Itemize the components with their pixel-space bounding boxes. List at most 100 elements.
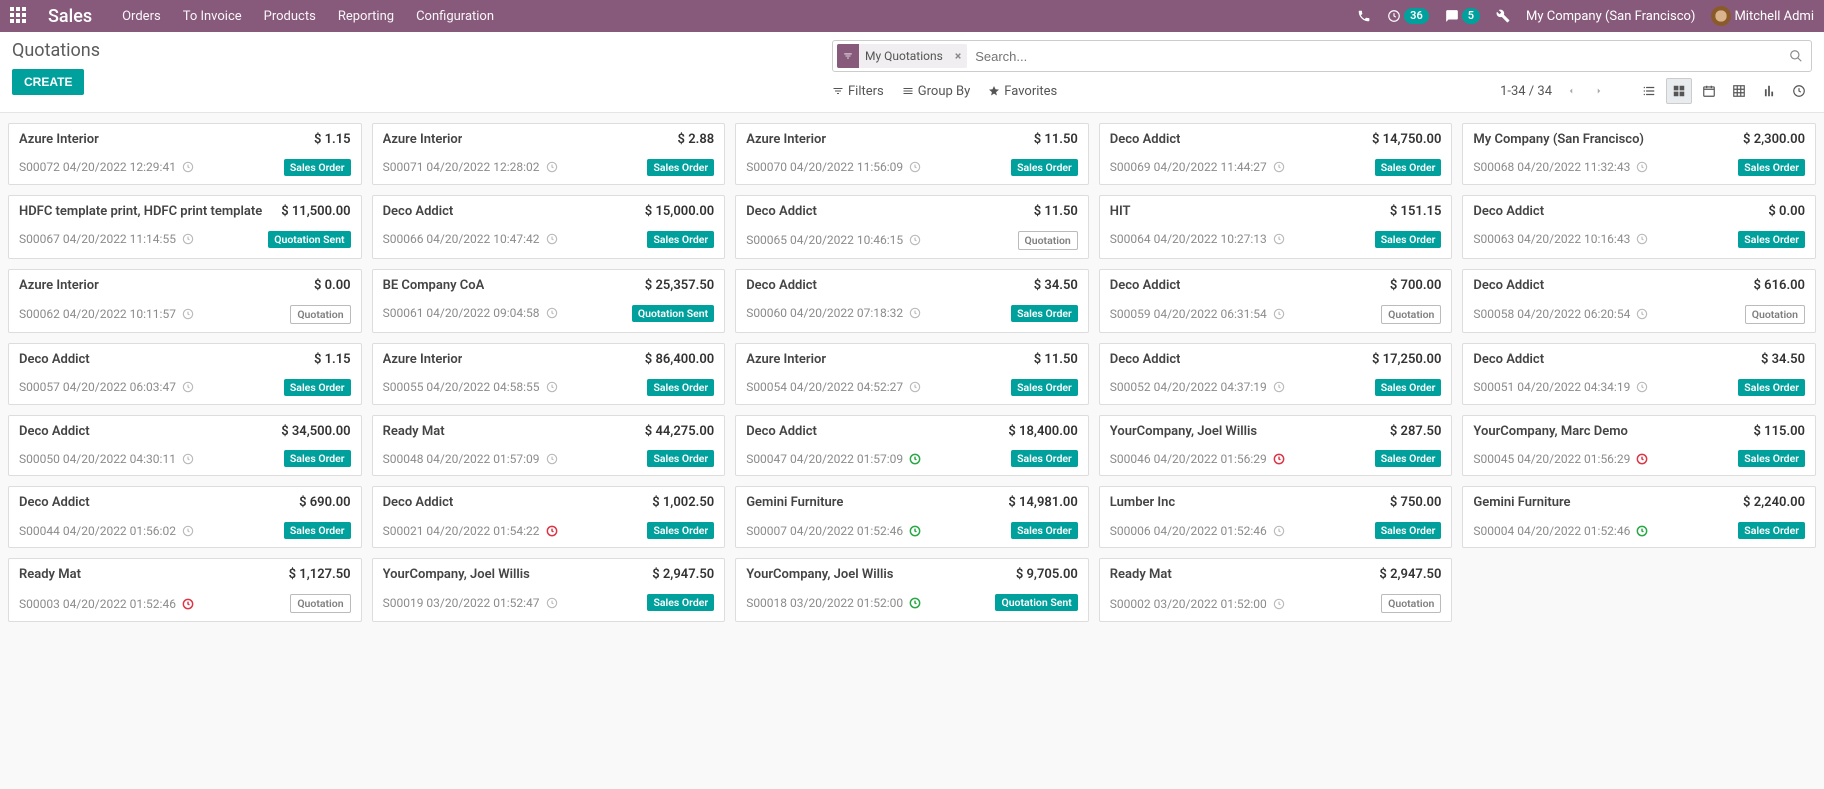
activity-clock-icon[interactable] — [1635, 524, 1649, 538]
kanban-card[interactable]: Deco Addict$ 1.15S00057 04/20/2022 06:03… — [8, 343, 362, 405]
activity-clock-icon[interactable] — [545, 306, 559, 320]
view-activity-icon[interactable] — [1786, 78, 1812, 104]
groupby-button[interactable]: Group By — [902, 84, 971, 99]
kanban-card[interactable]: YourCompany, Joel Willis$ 9,705.00S00018… — [735, 558, 1089, 622]
pager-next[interactable] — [1590, 82, 1608, 100]
kanban-card[interactable]: Ready Mat$ 44,275.00S00048 04/20/2022 01… — [372, 415, 726, 477]
pager-prev[interactable] — [1562, 82, 1580, 100]
kanban-card[interactable]: Deco Addict$ 690.00S00044 04/20/2022 01:… — [8, 486, 362, 548]
kanban-card[interactable]: Deco Addict$ 11.50S00065 04/20/2022 10:4… — [735, 195, 1089, 259]
activity-clock-icon[interactable] — [181, 160, 195, 174]
activity-clock-icon[interactable] — [181, 597, 195, 611]
kanban-card[interactable]: HIT$ 151.15S00064 04/20/2022 10:27:13Sal… — [1099, 195, 1453, 259]
activity-clock-icon[interactable] — [1272, 380, 1286, 394]
view-list-icon[interactable] — [1636, 78, 1662, 104]
activity-clock-icon[interactable] — [1635, 380, 1649, 394]
kanban-card[interactable]: Deco Addict$ 1,002.50S00021 04/20/2022 0… — [372, 486, 726, 548]
activity-clock-icon[interactable] — [545, 452, 559, 466]
status-badge: Quotation — [1381, 305, 1441, 324]
kanban-card[interactable]: Azure Interior$ 1.15S00072 04/20/2022 12… — [8, 123, 362, 185]
kanban-card[interactable]: Deco Addict$ 34,500.00S00050 04/20/2022 … — [8, 415, 362, 477]
activity-clock-icon[interactable] — [908, 524, 922, 538]
kanban-card[interactable]: Deco Addict$ 700.00S00059 04/20/2022 06:… — [1099, 269, 1453, 333]
search-input[interactable] — [971, 45, 1781, 68]
kanban-card[interactable]: Deco Addict$ 34.50S00060 04/20/2022 07:1… — [735, 269, 1089, 333]
kanban-card[interactable]: Gemini Furniture$ 2,240.00S00004 04/20/2… — [1462, 486, 1816, 548]
kanban-card[interactable]: My Company (San Francisco)$ 2,300.00S000… — [1462, 123, 1816, 185]
debug-icon[interactable] — [1496, 9, 1510, 23]
kanban-card[interactable]: Deco Addict$ 18,400.00S00047 04/20/2022 … — [735, 415, 1089, 477]
activity-clock-icon[interactable] — [181, 524, 195, 538]
search-bar[interactable]: My Quotations × — [832, 40, 1812, 72]
activity-clock-icon[interactable] — [908, 380, 922, 394]
kanban-card[interactable]: Deco Addict$ 17,250.00S00052 04/20/2022 … — [1099, 343, 1453, 405]
kanban-card[interactable]: Azure Interior$ 11.50S00070 04/20/2022 1… — [735, 123, 1089, 185]
activity-clock-icon[interactable] — [1635, 160, 1649, 174]
kanban-card[interactable]: Lumber Inc$ 750.00S00006 04/20/2022 01:5… — [1099, 486, 1453, 548]
activity-clock-icon[interactable] — [1272, 524, 1286, 538]
activity-indicator[interactable]: 36 — [1387, 8, 1429, 24]
activity-clock-icon[interactable] — [1272, 232, 1286, 246]
kanban-card[interactable]: Ready Mat$ 1,127.50S00003 04/20/2022 01:… — [8, 558, 362, 622]
activity-clock-icon[interactable] — [181, 307, 195, 321]
kanban-card[interactable]: YourCompany, Joel Willis$ 2,947.50S00019… — [372, 558, 726, 622]
kanban-card[interactable]: HDFC template print, HDFC print template… — [8, 195, 362, 259]
messages-indicator[interactable]: 5 — [1445, 8, 1480, 24]
activity-clock-icon[interactable] — [545, 596, 559, 610]
menu-configuration[interactable]: Configuration — [416, 9, 494, 24]
activity-clock-icon[interactable] — [1272, 160, 1286, 174]
company-switcher[interactable]: My Company (San Francisco) — [1526, 9, 1695, 24]
activity-clock-icon[interactable] — [908, 160, 922, 174]
view-graph-icon[interactable] — [1756, 78, 1782, 104]
favorites-button[interactable]: Favorites — [988, 84, 1057, 99]
kanban-card[interactable]: Deco Addict$ 0.00S00063 04/20/2022 10:16… — [1462, 195, 1816, 259]
kanban-card[interactable]: BE Company CoA$ 25,357.50S00061 04/20/20… — [372, 269, 726, 333]
menu-to-invoice[interactable]: To Invoice — [183, 9, 242, 24]
phone-icon[interactable] — [1357, 9, 1371, 23]
activity-clock-icon[interactable] — [545, 524, 559, 538]
pager-value[interactable]: 1-34 / 34 — [1500, 84, 1552, 99]
activity-clock-icon[interactable] — [545, 160, 559, 174]
filters-button[interactable]: Filters — [832, 84, 884, 99]
activity-clock-icon[interactable] — [181, 380, 195, 394]
kanban-card[interactable]: Azure Interior$ 86,400.00S00055 04/20/20… — [372, 343, 726, 405]
activity-clock-icon[interactable] — [1272, 597, 1286, 611]
activity-clock-icon[interactable] — [908, 233, 922, 247]
activity-clock-icon[interactable] — [908, 306, 922, 320]
menu-products[interactable]: Products — [264, 9, 316, 24]
activity-clock-icon[interactable] — [1635, 452, 1649, 466]
kanban-card[interactable]: Deco Addict$ 15,000.00S00066 04/20/2022 … — [372, 195, 726, 259]
activity-clock-icon[interactable] — [181, 452, 195, 466]
create-button[interactable]: CREATE — [12, 69, 84, 95]
kanban-card[interactable]: Deco Addict$ 34.50S00051 04/20/2022 04:3… — [1462, 343, 1816, 405]
kanban-card[interactable]: Azure Interior$ 11.50S00054 04/20/2022 0… — [735, 343, 1089, 405]
activity-clock-icon[interactable] — [908, 596, 922, 610]
kanban-card[interactable]: Azure Interior$ 0.00S00062 04/20/2022 10… — [8, 269, 362, 333]
view-calendar-icon[interactable] — [1696, 78, 1722, 104]
facet-remove[interactable]: × — [949, 49, 967, 63]
kanban-card[interactable]: Deco Addict$ 14,750.00S00069 04/20/2022 … — [1099, 123, 1453, 185]
kanban-card[interactable]: Azure Interior$ 2.88S00071 04/20/2022 12… — [372, 123, 726, 185]
kanban-card[interactable]: Ready Mat$ 2,947.50S00002 03/20/2022 01:… — [1099, 558, 1453, 622]
apps-icon[interactable] — [10, 7, 28, 25]
activity-clock-icon[interactable] — [545, 232, 559, 246]
kanban-card[interactable]: YourCompany, Marc Demo$ 115.00S00045 04/… — [1462, 415, 1816, 477]
activity-clock-icon[interactable] — [908, 452, 922, 466]
kanban-card[interactable]: Gemini Furniture$ 14,981.00S00007 04/20/… — [735, 486, 1089, 548]
activity-clock-icon[interactable] — [181, 232, 195, 246]
search-icon[interactable] — [1785, 49, 1807, 63]
activity-clock-icon[interactable] — [1272, 307, 1286, 321]
menu-orders[interactable]: Orders — [122, 9, 161, 24]
activity-clock-icon[interactable] — [1635, 232, 1649, 246]
kanban-card[interactable]: Deco Addict$ 616.00S00058 04/20/2022 06:… — [1462, 269, 1816, 333]
kanban-card[interactable]: YourCompany, Joel Willis$ 287.50S00046 0… — [1099, 415, 1453, 477]
view-pivot-icon[interactable] — [1726, 78, 1752, 104]
user-menu[interactable]: Mitchell Admi — [1711, 6, 1814, 26]
view-kanban-icon[interactable] — [1666, 78, 1692, 104]
activity-clock-icon[interactable] — [1272, 452, 1286, 466]
amount: $ 34.50 — [1034, 278, 1078, 293]
menu-reporting[interactable]: Reporting — [338, 9, 394, 24]
app-brand[interactable]: Sales — [48, 6, 92, 27]
activity-clock-icon[interactable] — [1635, 307, 1649, 321]
activity-clock-icon[interactable] — [545, 380, 559, 394]
